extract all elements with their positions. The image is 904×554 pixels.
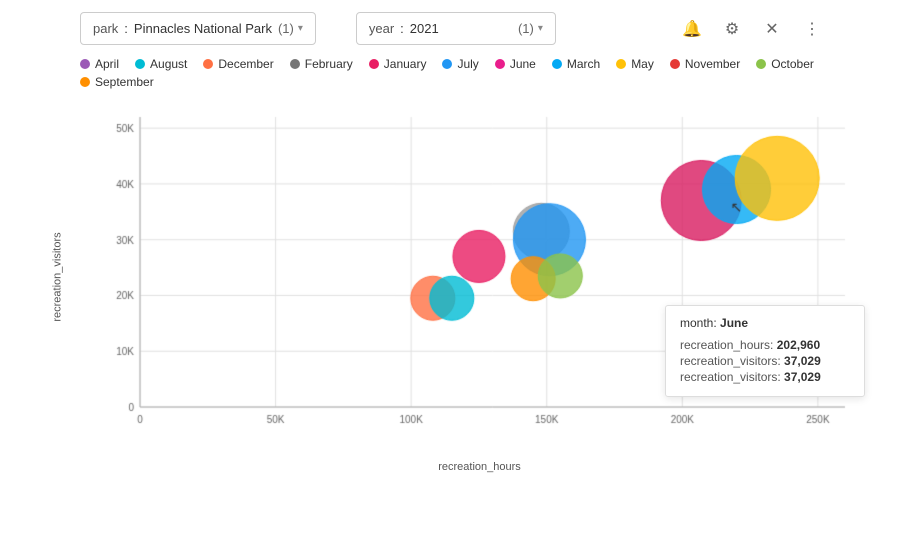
legend-dot (552, 59, 562, 69)
toolbar-icons: 🔔 ⚙ ✕ ⋮ (680, 17, 824, 41)
top-bar: park: Pinnacles National Park (1) ▾ year… (0, 0, 904, 57)
legend-label: May (631, 57, 654, 71)
legend-label: March (567, 57, 600, 71)
legend-item-july: July (442, 57, 478, 71)
legend-dot (442, 59, 452, 69)
alert-icon[interactable]: 🔔 (680, 17, 704, 41)
legend-item-february: February (290, 57, 353, 71)
year-filter[interactable]: year: 2021 (1) ▾ (356, 12, 556, 45)
legend-item-november: November (670, 57, 740, 71)
legend-label: July (457, 57, 478, 71)
legend-label: June (510, 57, 536, 71)
legend-item-august: August (135, 57, 187, 71)
legend-label: October (771, 57, 814, 71)
legend-dot (80, 77, 90, 87)
legend-label: December (218, 57, 273, 71)
legend-item-october: October (756, 57, 814, 71)
legend-label: August (150, 57, 187, 71)
x-axis-label: recreation_hours (85, 461, 874, 473)
legend-item-may: May (616, 57, 654, 71)
park-filter[interactable]: park: Pinnacles National Park (1) ▾ (80, 12, 316, 45)
legend-label: February (305, 57, 353, 71)
park-chevron-icon: ▾ (298, 23, 303, 34)
settings-icon[interactable]: ✕ (760, 17, 784, 41)
legend-item-september: September (80, 75, 154, 89)
legend-label: April (95, 57, 119, 71)
year-filter-count: (1) ▾ (518, 21, 543, 36)
legend-item-march: March (552, 57, 600, 71)
legend-label: September (95, 75, 154, 89)
legend-item-january: January (369, 57, 427, 71)
filter-icon[interactable]: ⚙ (720, 17, 744, 41)
legend-dot (495, 59, 505, 69)
chart-legend: April August December February January July Ju… (0, 57, 904, 97)
legend-item-april: April (80, 57, 119, 71)
year-filter-key: year (369, 21, 394, 36)
legend-dot (290, 59, 300, 69)
scatter-chart (85, 97, 875, 457)
legend-label: January (384, 57, 427, 71)
legend-dot (616, 59, 626, 69)
legend-dot (369, 59, 379, 69)
legend-dot (670, 59, 680, 69)
park-filter-value: Pinnacles National Park (134, 21, 272, 36)
y-axis-label: recreation_visitors (52, 232, 64, 321)
year-chevron-icon: ▾ (538, 23, 543, 34)
park-filter-key: park (93, 21, 118, 36)
more-icon[interactable]: ⋮ (800, 17, 824, 41)
legend-dot (80, 59, 90, 69)
legend-item-june: June (495, 57, 536, 71)
legend-dot (135, 59, 145, 69)
park-filter-count: (1) ▾ (278, 21, 303, 36)
legend-dot (756, 59, 766, 69)
legend-item-december: December (203, 57, 273, 71)
legend-dot (203, 59, 213, 69)
legend-label: November (685, 57, 740, 71)
year-filter-value: 2021 (410, 21, 439, 36)
